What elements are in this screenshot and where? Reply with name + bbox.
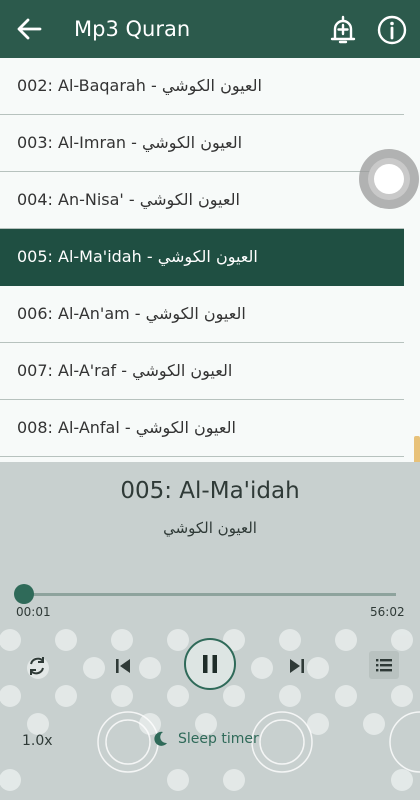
scroll-indicator[interactable] bbox=[414, 436, 420, 462]
now-playing-reciter: العيون الكوشي bbox=[163, 519, 257, 537]
list-item[interactable]: 003: Al-Imran - العيون الكوشي bbox=[0, 115, 404, 172]
list-item[interactable]: 007: Al-A'raf - العيون الكوشي bbox=[0, 343, 404, 400]
list-item[interactable]: 006: Al-An'am - العيون الكوشي bbox=[0, 286, 404, 343]
list-item-label: 006: Al-An'am - العيون الكوشي bbox=[17, 304, 246, 323]
app-bar: Mp3 Quran bbox=[0, 0, 420, 58]
list-item-label: 003: Al-Imran - العيون الكوشي bbox=[17, 133, 243, 152]
list-item-selected[interactable]: 005: Al-Ma'idah - العيون الكوشي bbox=[0, 229, 404, 286]
sleep-timer-button[interactable]: Sleep timer bbox=[152, 724, 278, 754]
list-item[interactable]: 008: Al-Anfal - العيون الكوشي bbox=[0, 400, 404, 457]
next-icon[interactable] bbox=[288, 657, 306, 675]
list-item-label: 005: Al-Ma'idah - العيون الكوشي bbox=[17, 247, 258, 266]
repeat-icon[interactable] bbox=[26, 655, 48, 677]
back-arrow-icon[interactable] bbox=[14, 14, 44, 44]
floating-touch-button[interactable] bbox=[358, 148, 420, 210]
now-playing-title: 005: Al-Ma'idah bbox=[120, 478, 300, 504]
pause-button[interactable] bbox=[184, 638, 236, 690]
previous-icon[interactable] bbox=[114, 657, 132, 675]
surah-list[interactable]: 002: Al-Baqarah - العيون الكوشي 003: Al-… bbox=[0, 58, 420, 462]
current-time: 00:01 bbox=[16, 605, 51, 619]
app-title: Mp3 Quran bbox=[74, 17, 191, 41]
list-item[interactable]: 002: Al-Baqarah - العيون الكوشي bbox=[0, 58, 404, 115]
playlist-button[interactable] bbox=[369, 651, 399, 679]
info-icon[interactable] bbox=[376, 14, 408, 46]
list-item-label: 008: Al-Anfal - العيون الكوشي bbox=[17, 418, 236, 437]
list-item-label: 002: Al-Baqarah - العيون الكوشي bbox=[17, 76, 262, 95]
list-item-label: 004: An-Nisa' - العيون الكوشي bbox=[17, 190, 240, 209]
list-item[interactable]: 004: An-Nisa' - العيون الكوشي bbox=[0, 172, 404, 229]
bell-plus-icon[interactable] bbox=[327, 14, 359, 46]
seek-thumb[interactable] bbox=[14, 584, 35, 604]
player-panel: 005: Al-Ma'idah العيون الكوشي 00:01 56:0… bbox=[0, 462, 420, 800]
playlist-icon bbox=[376, 659, 392, 672]
pause-icon bbox=[203, 655, 217, 673]
playback-speed[interactable]: 1.0x bbox=[22, 733, 53, 749]
sleep-timer-label: Sleep timer bbox=[178, 731, 259, 747]
list-item-label: 007: Al-A'raf - العيون الكوشي bbox=[17, 361, 233, 380]
moon-icon bbox=[154, 731, 167, 746]
seek-bar[interactable] bbox=[24, 593, 396, 596]
total-time: 56:02 bbox=[370, 605, 405, 619]
